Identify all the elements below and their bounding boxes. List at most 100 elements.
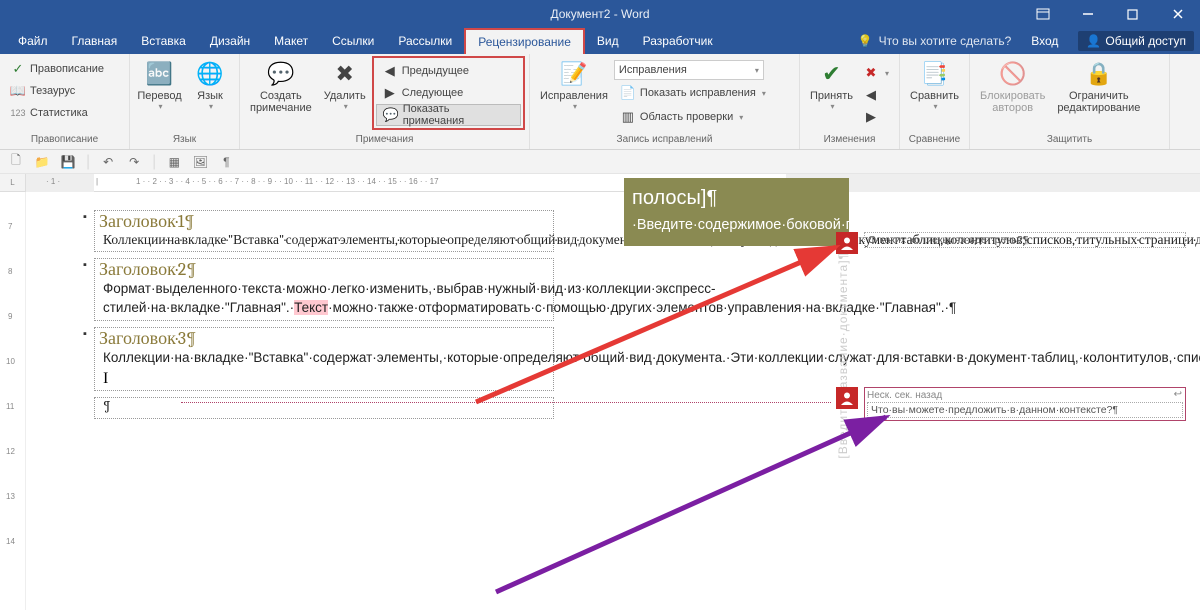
share-button[interactable]: 👤Общий доступ <box>1078 31 1194 51</box>
track-icon: 📝 <box>558 58 590 90</box>
minimize-icon[interactable] <box>1065 0 1110 28</box>
save-icon[interactable]: 💾 <box>60 154 76 170</box>
next-change-icon: ▶ <box>863 109 879 125</box>
track-label: Исправления <box>540 90 608 102</box>
tab-developer[interactable]: Разработчик <box>631 28 725 54</box>
bulb-icon: 💡 <box>858 34 873 48</box>
prev-change-button[interactable]: ◀ <box>859 84 893 106</box>
highlighted-text: Текст <box>294 300 328 315</box>
ribbon-options-icon[interactable] <box>1020 0 1065 28</box>
display-select[interactable]: Исправления <box>614 60 764 80</box>
check-icon: ✓ <box>10 61 26 77</box>
comment-2-text: Что·вы·можете·предложить·в·данном·контек… <box>867 402 1183 418</box>
group-changes: Изменения <box>804 133 895 149</box>
tab-home[interactable]: Главная <box>60 28 130 54</box>
tab-references[interactable]: Ссылки <box>320 28 386 54</box>
group-tracking: Запись исправлений <box>534 133 795 149</box>
show-comments-button[interactable]: 💬Показать примечания <box>376 104 521 126</box>
paragraph-2: Формат·выделенного·текста·можно·легко·из… <box>99 280 549 318</box>
reply-icon[interactable]: ↩ <box>1174 389 1182 400</box>
book-icon: 📖 <box>10 83 26 99</box>
tab-insert[interactable]: Вставка <box>129 28 198 54</box>
thesaurus-button[interactable]: 📖Тезаурус <box>4 80 110 102</box>
pane-label: Область проверки <box>640 111 733 123</box>
heading-1-block[interactable]: ▪ Заголовок·1¶ Коллекции·на·вкладке·"Вст… <box>94 210 554 252</box>
horizontal-ruler[interactable]: L · 1 · | 1 · · 2 · · 3 · · 4 · · 5 · · … <box>0 174 1200 192</box>
compare-button[interactable]: 📑Сравнить▾ <box>904 56 965 113</box>
person-icon: 👤 <box>1086 34 1101 48</box>
translate-button[interactable]: 🔤Перевод▾ <box>134 56 185 113</box>
prev-change-icon: ◀ <box>863 87 879 103</box>
open-icon[interactable]: 📁 <box>34 154 50 170</box>
comment-1-text: О·каких·коллекциях·идет·речь?¶ <box>864 232 1186 248</box>
accept-label: Принять <box>810 90 853 102</box>
avatar-icon <box>836 232 858 254</box>
language-label: Язык <box>197 90 223 102</box>
comment-2[interactable]: Неск. сек. назад Что·вы·можете·предложит… <box>836 387 1186 421</box>
tab-mailings[interactable]: Рассылки <box>386 28 464 54</box>
group-language: Язык <box>134 133 235 149</box>
new-comment-button[interactable]: 💬Создать примечание <box>244 56 318 116</box>
bullet-icon: ▪ <box>83 211 87 223</box>
sidebar-textbox[interactable]: полосы]¶ ·Введите·содержимое·боковой·пол… <box>624 178 849 246</box>
sidebar-body: ·Введите·содержимое·боковой·полосы.·Боко… <box>632 212 841 238</box>
prev-comment-button[interactable]: ◀Предыдущее <box>376 60 521 82</box>
undo-icon[interactable]: ↶ <box>100 154 116 170</box>
new-comment-label: Создать примечание <box>250 90 312 114</box>
new-doc-icon[interactable]: 🗋 <box>8 154 24 170</box>
tab-layout[interactable]: Макет <box>262 28 320 54</box>
show-comments-label: Показать примечания <box>403 103 514 127</box>
tell-me-label: Что вы хотите сделать? <box>879 34 1012 48</box>
comment-connector <box>181 402 831 403</box>
close-icon[interactable] <box>1155 0 1200 28</box>
empty-para-block[interactable]: ¶ <box>94 397 554 418</box>
sidebar-title: полосы]¶ <box>632 186 841 210</box>
translate-icon: 🔤 <box>144 58 176 90</box>
titlebar: Документ2 - Word <box>0 0 1200 28</box>
signin-link[interactable]: Вход <box>1013 28 1076 54</box>
accept-button[interactable]: ✔Принять▾ <box>804 56 859 113</box>
count-icon: 123 <box>10 105 26 121</box>
comments-icon: 💬 <box>383 107 399 123</box>
next-change-button[interactable]: ▶ <box>859 106 893 128</box>
sidebar-vertical-text: [Введите·название·документа]¶ <box>836 252 850 459</box>
showmarkup-label: Показать исправления <box>640 87 756 99</box>
heading-2: Заголовок·2¶ <box>99 259 549 280</box>
tab-design[interactable]: Дизайн <box>198 28 262 54</box>
page: ▪ Заголовок·1¶ Коллекции·на·вкладке·"Вст… <box>94 192 794 425</box>
compare-label: Сравнить <box>910 90 959 102</box>
next-comment-button[interactable]: ▶Следующее <box>376 82 521 104</box>
reject-button[interactable]: ✖▾ <box>859 62 893 84</box>
document-area[interactable]: ▪ Заголовок·1¶ Коллекции·на·вкладке·"Вст… <box>26 192 1200 610</box>
delete-label: Удалить <box>324 90 366 102</box>
delete-comment-button[interactable]: ✖Удалить▾ <box>318 56 372 113</box>
block-authors-button[interactable]: 🚫Блокировать авторов <box>974 56 1051 116</box>
vertical-ruler[interactable]: 7 8 9 10 11 12 13 14 <box>0 192 26 610</box>
comment-1[interactable]: О·каких·коллекциях·идет·речь?¶ <box>836 232 1186 254</box>
next-icon: ▶ <box>382 85 398 101</box>
spelling-label: Правописание <box>30 63 104 75</box>
stats-button[interactable]: 123Статистика <box>4 102 110 124</box>
tab-view[interactable]: Вид <box>585 28 631 54</box>
redo-icon[interactable]: ↷ <box>126 154 142 170</box>
bullet-icon: ▪ <box>83 259 87 271</box>
restrict-button[interactable]: 🔒Ограничить редактирование <box>1051 56 1146 116</box>
maximize-icon[interactable] <box>1110 0 1155 28</box>
image-icon[interactable]: 🖼 <box>192 154 208 170</box>
track-changes-button[interactable]: 📝Исправления▾ <box>534 56 614 113</box>
language-button[interactable]: 🌐Язык▾ <box>185 56 235 113</box>
pane-icon: ▥ <box>620 109 636 125</box>
group-protect: Защитить <box>974 133 1165 149</box>
reviewing-pane-button[interactable]: ▥Область проверки▾ <box>614 106 772 128</box>
heading-3-block[interactable]: ▪ Заголовок·3¶ Коллекции·на·вкладке·"Вст… <box>94 327 554 392</box>
spelling-button[interactable]: ✓ Правописание <box>4 58 110 80</box>
table-icon[interactable]: ▦ <box>166 154 182 170</box>
tell-me-search[interactable]: 💡 Что вы хотите сделать? <box>858 34 1012 48</box>
tab-file[interactable]: Файл <box>6 28 60 54</box>
heading-2-block[interactable]: ▪ Заголовок·2¶ Формат·выделенного·текста… <box>94 258 554 320</box>
tab-review[interactable]: Рецензирование <box>464 28 585 54</box>
para-icon[interactable]: ¶ <box>218 154 234 170</box>
bullet-icon: ▪ <box>83 328 87 340</box>
show-markup-button[interactable]: 📄Показать исправления▾ <box>614 82 772 104</box>
lock-icon: 🔒 <box>1083 58 1115 90</box>
